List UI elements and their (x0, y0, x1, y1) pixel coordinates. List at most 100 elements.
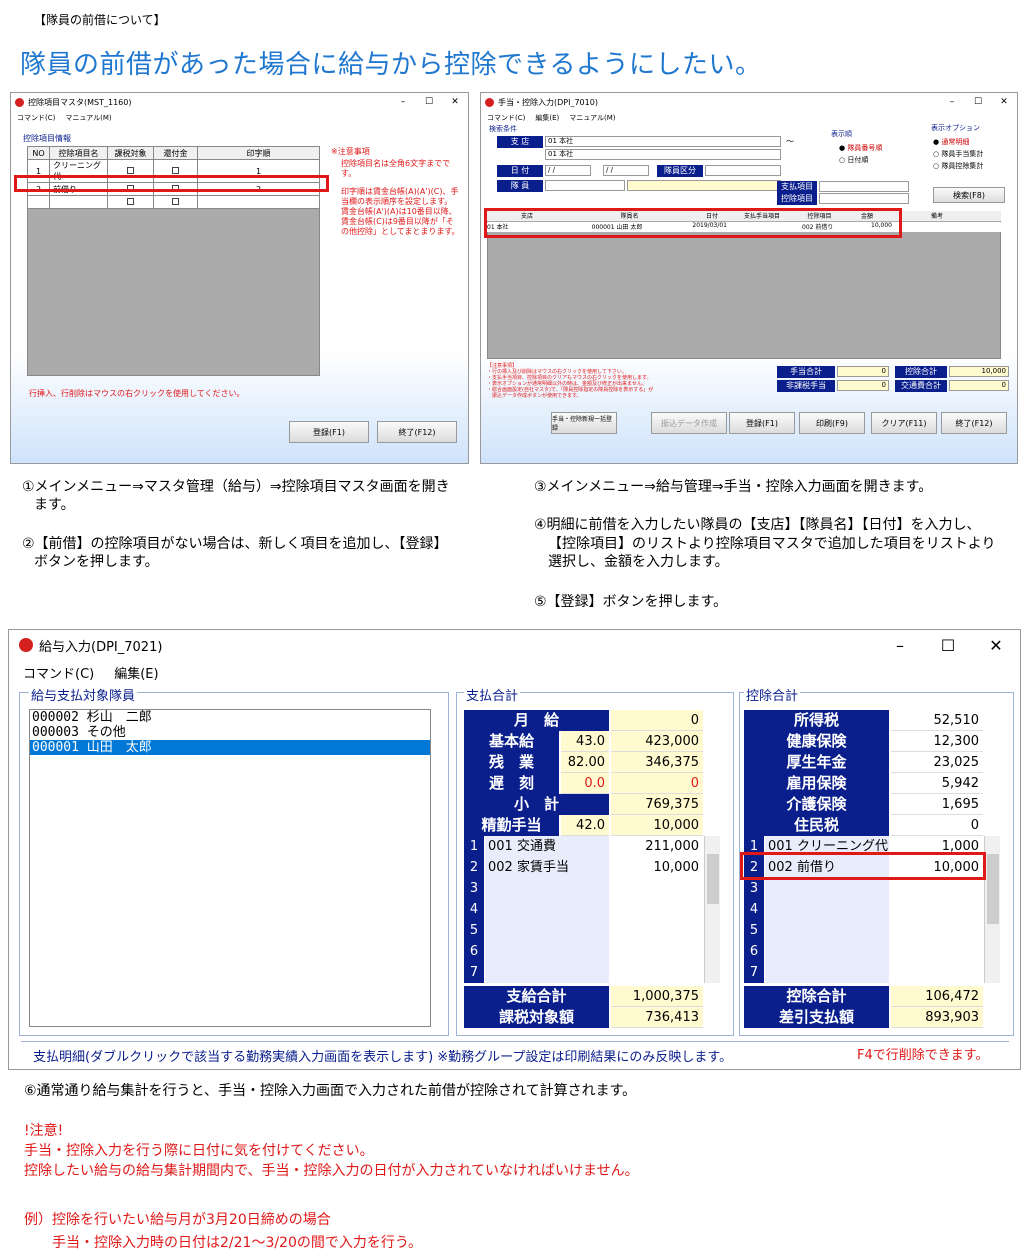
pay-item-name[interactable]: 001 交通費 (485, 836, 609, 857)
deduction-item-name[interactable] (765, 878, 889, 899)
pay-row-value[interactable]: 10,000 (611, 815, 703, 836)
maximize-button[interactable]: ☐ (416, 97, 442, 107)
table-row[interactable] (27, 195, 320, 209)
minimize-button[interactable]: – (390, 97, 416, 107)
close-button[interactable]: ✕ (442, 97, 468, 107)
pay-item-name[interactable] (485, 941, 609, 962)
cell-order[interactable] (197, 195, 320, 209)
deduction-item-no: 6 (744, 941, 764, 962)
pay-item-name[interactable] (485, 920, 609, 941)
pay-item-name[interactable] (485, 899, 609, 920)
menu-command[interactable]: コマンド(C) (17, 113, 55, 123)
deduction-item-name[interactable] (765, 941, 889, 962)
checkbox[interactable] (172, 197, 179, 205)
exit-button[interactable]: 終了(F12) (941, 412, 1007, 434)
cell-refund[interactable] (153, 195, 198, 209)
deduction-item-name[interactable] (765, 920, 889, 941)
close-button[interactable]: ✕ (972, 636, 1020, 655)
menu-command[interactable]: コマンド(C) (23, 663, 94, 682)
member-list[interactable]: 000002 杉山 二郎 000003 その他 000001 山田 太郎 (29, 709, 431, 1027)
register-button[interactable]: 登録(F1) (729, 412, 795, 434)
display-radio-normal[interactable]: ● 通常明細 (933, 137, 969, 147)
list-item[interactable]: 000003 その他 (30, 725, 430, 740)
maximize-button[interactable]: ☐ (965, 97, 991, 107)
pay-row-count[interactable]: 43.0 (561, 731, 609, 752)
register-button[interactable]: 登録(F1) (289, 421, 369, 443)
pay-row-value[interactable]: 0 (611, 710, 703, 731)
deduction-row-value[interactable]: 23,025 (891, 752, 983, 773)
titlebar: 控除項目マスタ(MST_1160) – ☐ ✕ (11, 93, 468, 111)
deduction-item-value[interactable] (891, 878, 983, 899)
cell-taxable[interactable] (107, 195, 154, 209)
pay-item-value[interactable]: 10,000 (611, 857, 703, 878)
pay-item-name[interactable] (485, 878, 609, 899)
pay-row-count[interactable]: 82.00 (561, 752, 609, 773)
pay-row-count[interactable]: 0.0 (561, 773, 609, 794)
search-button[interactable]: 検索(F8) (933, 187, 1005, 203)
scrollbar[interactable] (704, 836, 720, 983)
pay-row-value[interactable]: 423,000 (611, 731, 703, 752)
member-code-field[interactable] (545, 180, 625, 191)
branch-to-select[interactable]: 01 本社 (545, 149, 781, 160)
exit-button[interactable]: 終了(F12) (377, 421, 457, 443)
pay-item-value[interactable] (611, 899, 703, 920)
pay-row-count[interactable]: 42.0 (561, 815, 609, 836)
deduction-item-value[interactable] (891, 962, 983, 983)
date-from-field[interactable]: / / (545, 165, 591, 176)
list-item[interactable]: 000002 杉山 二郎 (30, 710, 430, 725)
menu-manual[interactable]: マニュアル(M) (65, 113, 111, 123)
transfer-data-button[interactable]: 振込データ作成 (651, 412, 727, 434)
clear-button[interactable]: クリア(F11) (871, 412, 937, 434)
pay-item-value[interactable] (611, 878, 703, 899)
cell-name[interactable] (49, 195, 108, 209)
pay-item-name[interactable] (485, 962, 609, 983)
close-button[interactable]: ✕ (991, 97, 1017, 107)
deduction-row-value[interactable]: 0 (891, 815, 983, 836)
sort-radio-member[interactable]: ● 隊員番号順 (839, 143, 882, 153)
display-radio-deduction[interactable]: ○ 隊員控除集計 (933, 161, 983, 171)
scrollbar[interactable] (984, 836, 1000, 983)
checkbox[interactable] (127, 197, 134, 205)
menu-command[interactable]: コマンド(C) (487, 113, 525, 123)
pay-row-value[interactable]: 0 (611, 773, 703, 794)
print-button[interactable]: 印刷(F9) (799, 412, 865, 434)
deduction-item-name[interactable] (765, 899, 889, 920)
deduction-row-value[interactable]: 1,695 (891, 794, 983, 815)
deduction-item-value[interactable] (891, 899, 983, 920)
pay-item-no: 7 (464, 962, 484, 983)
pay-item-value[interactable] (611, 941, 703, 962)
maximize-button[interactable]: ☐ (924, 636, 972, 655)
deduction-item-name[interactable] (765, 962, 889, 983)
list-item-selected[interactable]: 000001 山田 太郎 (30, 740, 430, 755)
checkbox[interactable] (127, 166, 134, 174)
checkbox[interactable] (172, 166, 179, 174)
menu-edit[interactable]: 編集(E) (535, 113, 559, 123)
pay-item-name[interactable]: 002 家賃手当 (485, 857, 609, 878)
menu-edit[interactable]: 編集(E) (114, 663, 158, 682)
minimize-button[interactable]: – (876, 636, 924, 655)
pay-row-value[interactable]: 346,375 (611, 752, 703, 773)
date-to-field[interactable]: / / (603, 165, 649, 176)
grid-col: 備考 (930, 213, 943, 220)
deduction-item-value[interactable] (891, 941, 983, 962)
sort-radio-date[interactable]: ○ 日付順 (839, 155, 868, 165)
deduction-row-value[interactable]: 52,510 (891, 710, 983, 731)
pay-item-value[interactable] (611, 962, 703, 983)
display-radio-allowance[interactable]: ○ 隊員手当集計 (933, 149, 983, 159)
pay-item-value[interactable] (611, 920, 703, 941)
pay-row-value[interactable]: 769,375 (611, 794, 703, 815)
minimize-button[interactable]: – (939, 97, 965, 107)
deduct-item-select[interactable] (819, 193, 909, 204)
deduction-item-value[interactable] (891, 920, 983, 941)
class-select[interactable] (705, 165, 781, 176)
bulk-register-button[interactable]: 手当・控除新規一括登録 (551, 412, 617, 434)
pay-item-select[interactable] (819, 181, 909, 192)
scrollbar-thumb[interactable] (987, 854, 999, 924)
branch-from-select[interactable]: 01 本社 (545, 136, 781, 147)
menu-manual[interactable]: マニュアル(M) (569, 113, 615, 123)
scrollbar-thumb[interactable] (707, 854, 719, 904)
deduction-row-value[interactable]: 12,300 (891, 731, 983, 752)
pay-item-value[interactable]: 211,000 (611, 836, 703, 857)
payroll-window: 給与入力(DPI_7021) – ☐ ✕ コマンド(C) 編集(E) 給与支払対… (8, 629, 1021, 1070)
deduction-row-value[interactable]: 5,942 (891, 773, 983, 794)
